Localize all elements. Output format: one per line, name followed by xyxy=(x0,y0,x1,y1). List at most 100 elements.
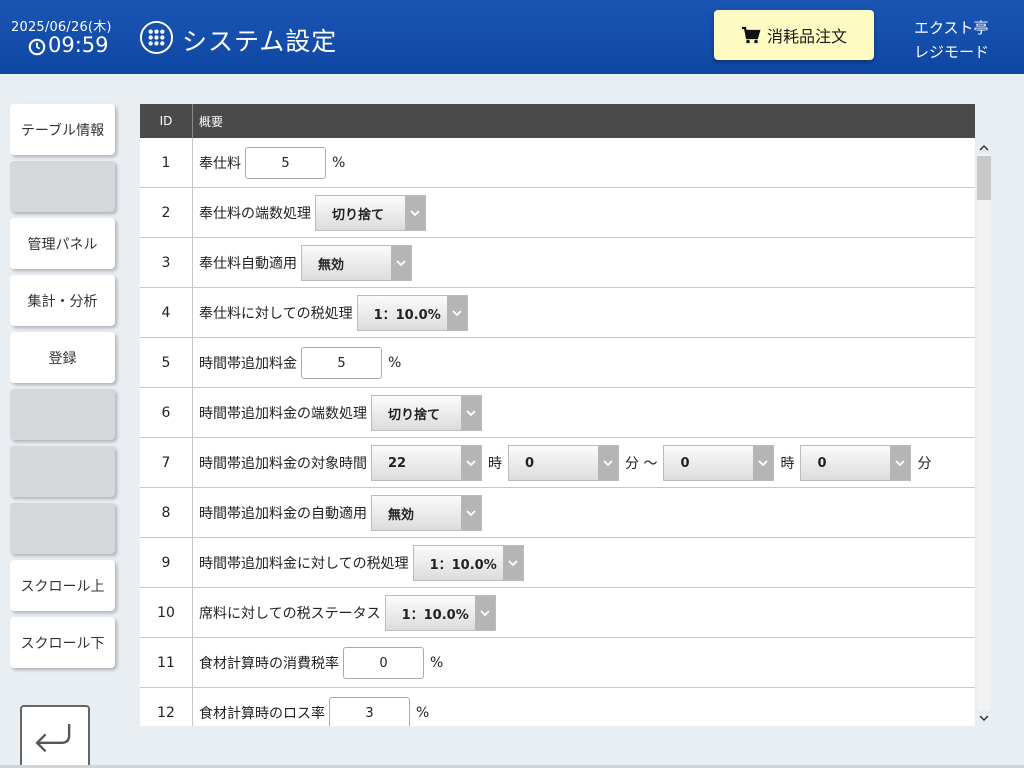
row-id: 11 xyxy=(140,638,193,688)
row-id: 12 xyxy=(140,688,193,726)
time-surcharge-rounding-select[interactable]: 切り捨て xyxy=(371,395,482,431)
select-value: 0 xyxy=(525,455,535,471)
row-id: 8 xyxy=(140,488,193,538)
row-label: 時間帯追加料金 xyxy=(199,356,297,372)
row-label: 奉仕料 xyxy=(199,156,241,172)
select-value: 無効 xyxy=(388,507,415,523)
order-supplies-button[interactable]: 消耗品注文 xyxy=(714,10,874,60)
table-row: 6 時間帯追加料金の端数処理 切り捨て xyxy=(140,388,975,438)
row-id: 7 xyxy=(140,438,193,488)
table-row: 5 時間帯追加料金 5 % xyxy=(140,338,975,388)
select-value: 切り捨て xyxy=(332,207,385,223)
row-id: 9 xyxy=(140,538,193,588)
page-title: システム設定 xyxy=(182,27,338,56)
table-row: 4 奉仕料に対しての税処理 1：10.0% xyxy=(140,288,975,338)
table-row: 11 食材計算時の消費税率 0 % xyxy=(140,638,975,688)
select-value: 1：10.0% xyxy=(429,557,497,573)
header-time: 09:59 xyxy=(48,33,109,57)
clock-icon xyxy=(28,38,46,56)
chevron-down-icon xyxy=(461,446,481,480)
scroll-down-button[interactable]: スクロール下 xyxy=(10,617,115,668)
unit-label: % xyxy=(332,155,346,171)
time-surcharge-auto-select[interactable]: 無効 xyxy=(371,495,482,531)
row-label: 食材計算時のロス率 xyxy=(199,706,325,722)
cart-icon xyxy=(741,26,761,44)
table-row: 2 奉仕料の端数処理 切り捨て xyxy=(140,188,975,238)
table-row: 12 食材計算時のロス率 3 % xyxy=(140,688,975,726)
chevron-down-icon xyxy=(598,446,618,480)
row-id: 6 xyxy=(140,388,193,438)
row-label: 時間帯追加料金に対しての税処理 xyxy=(199,556,409,572)
select-value: 1：10.0% xyxy=(373,307,441,323)
table-header: ID 概要 xyxy=(140,104,975,138)
start-minute-select[interactable]: 0 xyxy=(508,445,619,481)
select-value: 1：10.0% xyxy=(401,607,469,623)
return-arrow-icon xyxy=(35,723,71,753)
row-id: 5 xyxy=(140,338,193,388)
back-button[interactable] xyxy=(20,705,90,768)
minute-unit-range: 分 ～ xyxy=(625,456,658,472)
scrollbar-track[interactable] xyxy=(977,154,991,710)
row-label: 奉仕料に対しての税処理 xyxy=(199,306,353,322)
scroll-up-button[interactable]: スクロール上 xyxy=(10,560,115,611)
sidebar-item-blank-3 xyxy=(10,446,115,497)
sidebar-item-register[interactable]: 登録 xyxy=(10,332,115,383)
row-id: 4 xyxy=(140,288,193,338)
chevron-down-icon xyxy=(405,196,425,230)
sidebar-item-admin-panel[interactable]: 管理パネル xyxy=(10,218,115,269)
service-charge-rounding-select[interactable]: 切り捨て xyxy=(315,195,426,231)
select-value: 22 xyxy=(388,455,407,471)
end-minute-unit: 分 xyxy=(917,456,932,472)
seat-charge-tax-select[interactable]: 1：10.0% xyxy=(384,595,496,631)
sidebar-item-blank-1 xyxy=(10,161,115,212)
end-minute-select[interactable]: 0 xyxy=(800,445,912,481)
select-value: 無効 xyxy=(318,257,345,273)
row-label: 時間帯追加料金の対象時間 xyxy=(199,456,367,472)
row-id: 3 xyxy=(140,238,193,288)
settings-table: ID 概要 1 奉仕料 5 % 2 奉仕料の端数処理 切り捨て 3 奉仕料自動適… xyxy=(140,104,975,726)
sidebar-item-blank-4 xyxy=(10,503,115,554)
select-value: 0 xyxy=(680,455,690,471)
service-charge-input[interactable]: 5 xyxy=(245,147,326,179)
start-hour-select[interactable]: 22 xyxy=(371,445,482,481)
table-row: 3 奉仕料自動適用 無効 xyxy=(140,238,975,288)
unit-label: % xyxy=(388,355,402,371)
table-row: 9 時間帯追加料金に対しての税処理 1：10.0% xyxy=(140,538,975,588)
row-id: 10 xyxy=(140,588,193,638)
service-charge-tax-select[interactable]: 1：10.0% xyxy=(356,295,468,331)
row-id: 2 xyxy=(140,188,193,238)
select-value: 切り捨て xyxy=(388,407,441,423)
chevron-down-icon xyxy=(502,546,523,580)
end-hour-unit: 時 xyxy=(780,456,795,472)
row-label: 時間帯追加料金の自動適用 xyxy=(199,506,367,522)
select-value: 0 xyxy=(817,455,827,471)
order-supplies-label: 消耗品注文 xyxy=(766,27,847,46)
chevron-down-icon xyxy=(461,396,481,430)
row-label: 席料に対しての税ステータス xyxy=(199,606,381,622)
grid-menu-icon xyxy=(139,20,174,55)
time-surcharge-tax-select[interactable]: 1：10.0% xyxy=(412,545,524,581)
end-hour-select[interactable]: 0 xyxy=(663,445,775,481)
store-name: エクスト亭 xyxy=(914,19,989,37)
row-label: 食材計算時の消費税率 xyxy=(199,656,339,672)
app-header: 2025/06/26(木) 09:59 システム設定 消耗品注文 エクスト亭 レ… xyxy=(0,0,1024,74)
scrollbar-thumb[interactable] xyxy=(977,156,991,200)
scroll-down-arrow-icon[interactable] xyxy=(978,712,990,724)
ingredient-loss-rate-input[interactable]: 3 xyxy=(329,697,410,726)
service-charge-auto-select[interactable]: 無効 xyxy=(301,245,412,281)
table-row: 10 席料に対しての税ステータス 1：10.0% xyxy=(140,588,975,638)
row-label: 時間帯追加料金の端数処理 xyxy=(199,406,367,422)
row-id: 1 xyxy=(140,138,193,188)
sidebar-item-analytics[interactable]: 集計・分析 xyxy=(10,275,115,326)
unit-label: % xyxy=(416,705,430,721)
chevron-down-icon xyxy=(890,446,911,480)
chevron-down-icon xyxy=(391,246,411,280)
scroll-up-arrow-icon[interactable] xyxy=(978,142,990,154)
mode-label: レジモード xyxy=(914,43,990,61)
sidebar-item-table-info[interactable]: テーブル情報 xyxy=(10,104,115,155)
ingredient-tax-rate-input[interactable]: 0 xyxy=(343,647,424,679)
table-row: 7 時間帯追加料金の対象時間 22 時 0 分 ～ 0 時 0 分 xyxy=(140,438,975,488)
header-id: ID xyxy=(140,104,193,138)
time-surcharge-input[interactable]: 5 xyxy=(301,347,382,379)
header-description: 概要 xyxy=(199,114,224,129)
